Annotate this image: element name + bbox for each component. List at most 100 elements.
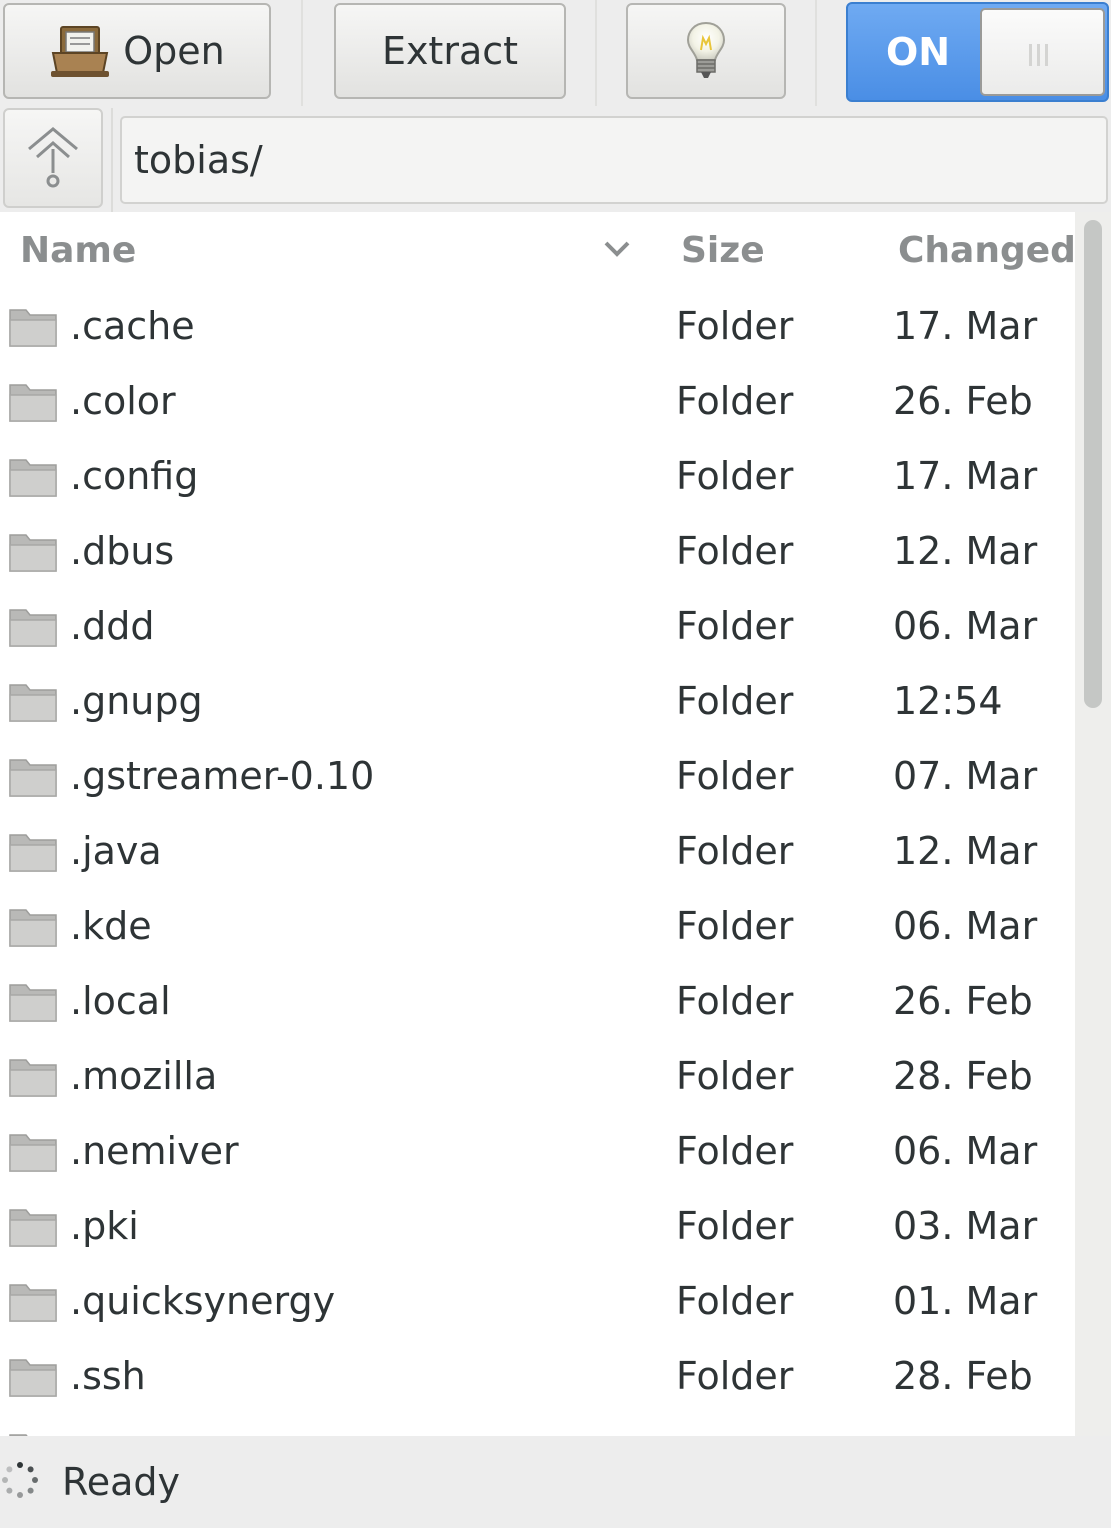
go-up-icon: [28, 127, 78, 188]
toggle-switch[interactable]: ON: [846, 2, 1109, 102]
location-bar: tobias/: [0, 108, 1111, 212]
file-changed: 06. Mar: [893, 604, 1038, 648]
table-row[interactable]: .config Folder 17. Mar: [0, 440, 1075, 515]
file-size: Folder: [676, 979, 794, 1023]
grip-line: [1029, 44, 1032, 66]
toolbar-separator: [301, 0, 303, 106]
file-size: Folder: [676, 1354, 794, 1398]
file-name: .mozilla: [70, 1054, 218, 1098]
file-name: .config: [70, 454, 199, 498]
folder-icon: [9, 1134, 57, 1172]
folder-icon: [9, 1284, 57, 1322]
hint-button[interactable]: [626, 3, 786, 99]
file-size: Folder: [676, 604, 794, 648]
folder-icon: [9, 1059, 57, 1097]
folder-icon: [9, 384, 57, 422]
file-changed: 12. Mar: [893, 529, 1038, 573]
toolbar: Open Extract ON: [0, 0, 1111, 108]
file-size: Folder: [676, 1054, 794, 1098]
folder-icon: [9, 1434, 28, 1436]
file-changed: 26. Feb: [893, 379, 1033, 423]
file-name: .cache: [70, 304, 195, 348]
toolbar-separator: [815, 0, 817, 106]
file-size: Folder: [676, 679, 794, 723]
table-row[interactable]: .gnupg Folder 12:54: [0, 665, 1075, 740]
table-row[interactable]: .mozilla Folder 28. Feb: [0, 1040, 1075, 1115]
folder-icon: [9, 459, 57, 497]
file-name: .color: [70, 379, 176, 423]
file-name: .ddd: [70, 604, 155, 648]
file-size: Folder: [676, 379, 794, 423]
file-rows: .cache Folder 17. Mar .color Folder 26. Feb .c…: [0, 290, 1075, 1436]
folder-icon: [9, 909, 57, 947]
column-header: Name Size Changed: [0, 212, 1075, 290]
file-name: .gstreamer-0.10: [70, 754, 375, 798]
table-row[interactable]: .ddd Folder 06. Mar: [0, 590, 1075, 665]
column-header-size[interactable]: Size: [681, 230, 765, 271]
table-row[interactable]: .ssh Folder 28. Feb: [0, 1340, 1075, 1415]
folder-icon: [9, 1209, 57, 1247]
folder-icon: [9, 684, 57, 722]
file-changed: 06. Mar: [893, 1129, 1038, 1173]
file-changed: 12. Mar: [893, 829, 1038, 873]
file-changed: 07. Mar: [893, 754, 1038, 798]
table-row[interactable]: .quicksynergy Folder 01. Mar: [0, 1265, 1075, 1340]
file-name: .dbus: [70, 529, 175, 573]
file-name: .nemiver: [70, 1129, 239, 1173]
file-size: Folder: [676, 454, 794, 498]
column-header-name[interactable]: Name: [20, 230, 136, 271]
file-size: Folder: [676, 529, 794, 573]
table-row[interactable]: .local Folder 26. Feb: [0, 965, 1075, 1040]
toolbar-separator: [595, 0, 597, 106]
folder-icon: [9, 309, 57, 347]
table-row[interactable]: .dbus Folder 12. Mar: [0, 515, 1075, 590]
table-row[interactable]: .gstreamer-0.10 Folder 07. Mar: [0, 740, 1075, 815]
go-up-button[interactable]: [3, 108, 103, 208]
folder-icon: [9, 834, 57, 872]
open-button[interactable]: Open: [3, 3, 271, 99]
folder-icon: [9, 984, 57, 1022]
extract-button[interactable]: Extract: [334, 3, 566, 99]
file-size: Folder: [676, 754, 794, 798]
column-header-changed[interactable]: Changed: [898, 230, 1075, 271]
table-row[interactable]: .color Folder 26. Feb: [0, 365, 1075, 440]
file-name: .gnupg: [70, 679, 203, 723]
file-name: .quicksynergy: [70, 1279, 336, 1323]
chevron-down-icon[interactable]: [600, 238, 634, 260]
file-size: Folder: [676, 304, 794, 348]
lightbulb-icon: [686, 21, 726, 78]
table-row[interactable]: .pki Folder 03. Mar: [0, 1190, 1075, 1265]
file-changed: 28. Feb: [893, 1054, 1033, 1098]
grip-line: [1045, 44, 1048, 66]
switch-knob[interactable]: [980, 8, 1105, 96]
table-row[interactable]: [0, 1415, 1075, 1436]
switch-on-label: ON: [886, 30, 951, 74]
scrollbar[interactable]: [1075, 212, 1111, 1436]
file-changed: 17. Mar: [893, 304, 1038, 348]
status-bar: Ready: [0, 1436, 1111, 1528]
file-changed: 06. Mar: [893, 904, 1038, 948]
table-row[interactable]: .cache Folder 17. Mar: [0, 290, 1075, 365]
file-name: .ssh: [70, 1354, 146, 1398]
file-changed: 26. Feb: [893, 979, 1033, 1023]
scrollbar-thumb[interactable]: [1084, 220, 1102, 708]
table-row[interactable]: .nemiver Folder 06. Mar: [0, 1115, 1075, 1190]
file-changed: 28. Feb: [893, 1354, 1033, 1398]
file-name: .pki: [70, 1204, 139, 1248]
file-list: Name Size Changed .cache Folder 17. Mar .co…: [0, 212, 1075, 1436]
file-name: .kde: [70, 904, 152, 948]
table-row[interactable]: .java Folder 12. Mar: [0, 815, 1075, 890]
status-text: Ready: [62, 1460, 180, 1504]
file-changed: 17. Mar: [893, 454, 1038, 498]
spinner-icon: [2, 1462, 38, 1498]
folder-icon: [9, 1359, 57, 1397]
table-row[interactable]: .kde Folder 06. Mar: [0, 890, 1075, 965]
file-name: .local: [70, 979, 171, 1023]
file-changed: 01. Mar: [893, 1279, 1038, 1323]
open-archive-icon: [51, 26, 110, 77]
path-field[interactable]: tobias/: [120, 116, 1108, 204]
file-changed: 12:54: [893, 679, 1003, 723]
folder-icon: [9, 759, 57, 797]
folder-icon: [9, 609, 57, 647]
open-button-label: Open: [123, 29, 225, 73]
